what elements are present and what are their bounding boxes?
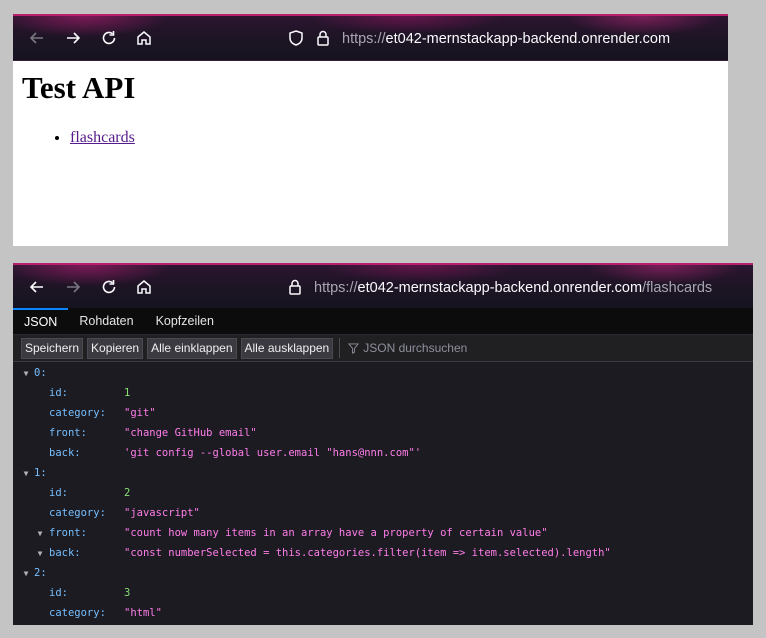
field-value: "change GitHub email" [124, 427, 257, 439]
flashcards-link[interactable]: flashcards [70, 129, 135, 146]
json-field-row[interactable]: ▼ front: "count how many items in an array… [13, 523, 753, 543]
url-host: et042-mernstackapp-backend.onrender.com [385, 31, 671, 47]
field-value: 3 [124, 587, 131, 599]
json-item-row[interactable]: ▼ 2: [13, 563, 753, 583]
reload-icon[interactable] [99, 28, 119, 48]
expand-all-button[interactable]: Alle ausklappen [240, 337, 334, 359]
expand-triangle-icon[interactable]: ▼ [21, 369, 31, 378]
home-icon[interactable] [134, 28, 154, 48]
browser-toolbar: https://et042-mernstackapp-backend.onren… [13, 14, 728, 61]
collapse-all-button[interactable]: Alle einklappen [147, 337, 237, 359]
json-field-row[interactable]: back: 'git config --global user.email "ha… [13, 443, 753, 463]
json-field-row[interactable]: id: 3 [13, 583, 753, 603]
field-value: "count how many items in an array have a… [124, 527, 548, 539]
link-list: flashcards [70, 129, 719, 147]
expand-triangle-icon[interactable]: ▼ [21, 569, 31, 578]
lock-icon[interactable] [285, 277, 305, 297]
forward-arrow-icon[interactable] [63, 28, 83, 48]
field-value: "javascript" [124, 507, 200, 519]
field-key: category: [49, 507, 106, 519]
item-index: 2: [34, 567, 47, 579]
json-field-row[interactable]: id: 1 [13, 383, 753, 403]
json-field-row[interactable]: category: "javascript" [13, 503, 753, 523]
field-value: "git" [124, 407, 156, 419]
page-heading: Test API [22, 70, 136, 105]
json-tree: ▼ 0: id: 1 category: "git" front: "change GitHu… [13, 362, 753, 623]
json-toolbar: Speichern Kopieren Alle einklappen Alle … [13, 335, 753, 362]
field-key: id: [49, 587, 68, 599]
filter-placeholder: JSON durchsuchen [363, 341, 468, 355]
field-value: "html" [124, 607, 162, 619]
item-index: 0: [34, 367, 47, 379]
url-scheme: https:// [314, 280, 358, 296]
expand-triangle-icon[interactable]: ▼ [35, 549, 45, 558]
field-key: category: [49, 407, 106, 419]
field-key: back: [49, 447, 81, 459]
tab-json[interactable]: JSON [13, 308, 69, 334]
field-value: 1 [124, 387, 131, 399]
field-key: front: [49, 527, 87, 539]
filter-icon [348, 342, 360, 354]
list-item: flashcards [70, 129, 719, 147]
back-arrow-icon[interactable] [27, 277, 47, 297]
viewer-tabs: JSON Rohdaten Kopfzeilen [13, 308, 753, 335]
url-host: et042-mernstackapp-backend.onrender.com [357, 280, 643, 296]
json-field-row[interactable]: category: "html" [13, 603, 753, 623]
forward-arrow-icon[interactable] [63, 277, 83, 297]
field-value: "const numberSelected = this.categories.… [124, 547, 611, 559]
field-key: id: [49, 387, 68, 399]
field-key: id: [49, 487, 68, 499]
expand-triangle-icon[interactable]: ▼ [21, 469, 31, 478]
lock-icon[interactable] [313, 28, 333, 48]
json-field-row[interactable]: front: "change GitHub email" [13, 423, 753, 443]
browser-toolbar: https://et042-mernstackapp-backend.onren… [13, 263, 753, 308]
expand-triangle-icon[interactable]: ▼ [35, 529, 45, 538]
copy-button[interactable]: Kopieren [87, 337, 144, 359]
address-bar-url[interactable]: https://et042-mernstackapp-backend.onren… [314, 280, 712, 296]
field-key: front: [49, 427, 87, 439]
home-icon[interactable] [134, 277, 154, 297]
json-field-row[interactable]: id: 2 [13, 483, 753, 503]
item-index: 1: [34, 467, 47, 479]
reload-icon[interactable] [99, 277, 119, 297]
page-content: Test API flashcards [13, 61, 728, 157]
tab-headers[interactable]: Kopfzeilen [145, 308, 225, 334]
tab-raw-data[interactable]: Rohdaten [68, 308, 144, 334]
toolbar-divider [339, 338, 341, 358]
browser-window-root: https://et042-mernstackapp-backend.onren… [13, 14, 728, 246]
json-viewer-window: https://et042-mernstackapp-backend.onren… [13, 263, 753, 625]
save-button[interactable]: Speichern [21, 337, 84, 359]
address-bar-url[interactable]: https://et042-mernstackapp-backend.onren… [342, 31, 670, 47]
field-key: back: [49, 547, 81, 559]
json-field-row[interactable]: category: "git" [13, 403, 753, 423]
back-arrow-icon[interactable] [27, 28, 47, 48]
json-field-row[interactable]: ▼ back: "const numberSelected = this.categ… [13, 543, 753, 563]
json-item-row[interactable]: ▼ 1: [13, 463, 753, 483]
url-path: /flashcards [642, 280, 713, 296]
shield-icon[interactable] [286, 28, 306, 48]
field-value: 2 [124, 487, 131, 499]
json-item-row[interactable]: ▼ 0: [13, 363, 753, 383]
url-scheme: https:// [342, 31, 386, 47]
field-key: category: [49, 607, 106, 619]
json-filter-input[interactable]: JSON durchsuchen [348, 341, 467, 355]
field-value: 'git config --global user.email "hans@nn… [124, 447, 422, 459]
